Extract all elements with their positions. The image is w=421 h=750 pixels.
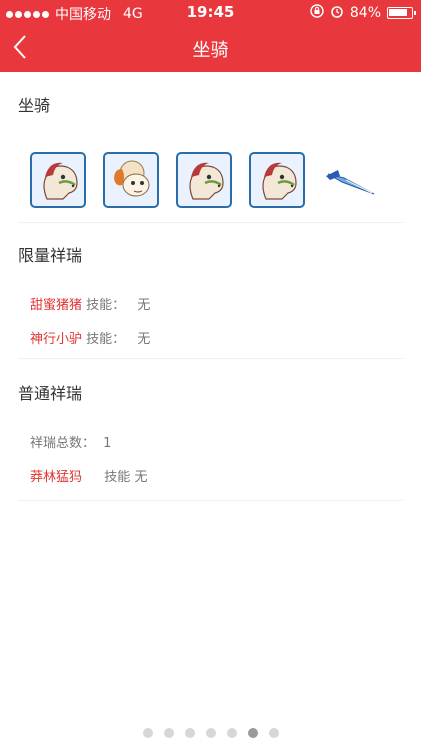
mount-name[interactable]: 莽林猛犸 [30,470,82,485]
page-dot[interactable] [268,728,279,738]
skill-label: 技能： [86,332,126,347]
skill-value: 无 [134,470,148,485]
header-bar: 中国移动 4G 19:45 84% 坐骑 [0,0,421,72]
sheep-mount-icon [114,160,150,197]
page-dot[interactable] [163,728,174,738]
pony-mount-icon [262,162,297,200]
mount-thumb-5[interactable] [322,152,380,208]
count-value: 1 [103,436,112,451]
divider [18,358,403,359]
skill-label: 技能： [86,298,126,313]
alarm-icon [330,4,344,22]
mount-thumb-1[interactable] [30,152,86,208]
normal-section-title: 普通祥瑞 [18,384,83,403]
mount-thumb-3[interactable] [176,152,232,208]
page-dot[interactable] [247,728,258,738]
mount-name[interactable]: 神行小驴 [30,332,82,347]
skill-label: 技能 [104,470,131,485]
page-dot[interactable] [184,728,195,738]
battery-percent: 84% [349,5,381,21]
mount-name[interactable]: 甜蜜猪猪 [30,298,82,313]
status-bar: 中国移动 4G 19:45 84% [0,0,421,24]
list-item: 莽林猛犸 技能 无 [30,466,147,485]
page-indicator[interactable] [0,728,421,738]
mount-list [30,152,380,208]
count-label: 祥瑞总数： [30,436,96,451]
mount-thumb-4[interactable] [249,152,305,208]
mount-section-title: 坐骑 [18,96,51,115]
page-dot[interactable] [205,728,216,738]
battery-icon [387,7,416,19]
page-title: 坐骑 [192,40,229,61]
page-dot[interactable] [142,728,153,738]
list-item: 祥瑞总数： 1 [30,432,111,451]
skill-value: 无 [137,332,151,347]
divider [18,500,403,501]
skill-value: 无 [137,298,151,313]
mount-thumb-2[interactable] [103,152,159,208]
pony-mount-icon [43,162,78,200]
rotation-lock-icon [310,4,324,22]
page-dot[interactable] [226,728,237,738]
list-item: 甜蜜猪猪 技能： 无 [30,294,150,313]
flying-sword-icon [326,170,375,195]
limited-section-title: 限量祥瑞 [18,246,83,265]
divider [18,222,403,223]
pony-mount-icon [189,162,224,200]
list-item: 神行小驴 技能： 无 [30,328,150,347]
